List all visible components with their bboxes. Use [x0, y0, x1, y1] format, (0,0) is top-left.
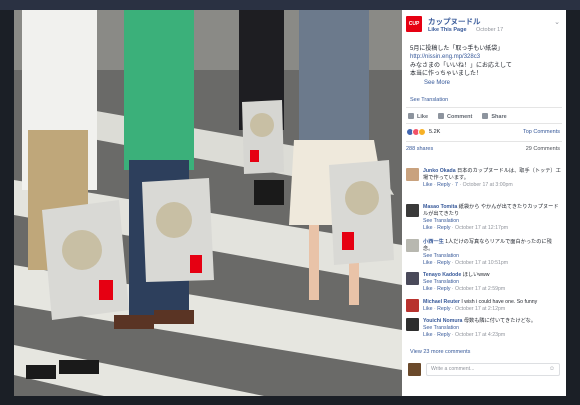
comment-like-link[interactable]: Like: [423, 332, 433, 338]
shares-count[interactable]: 288 shares: [406, 146, 433, 152]
avatar: [408, 363, 421, 376]
comment-like-link[interactable]: Like: [423, 286, 433, 292]
comment-meta: Like · Reply · October 17 at 2:12pm: [423, 306, 506, 312]
comment-input[interactable]: Write a comment... ☺: [426, 363, 560, 376]
like-page-link[interactable]: Like This Page: [428, 27, 467, 33]
post-line: みなさまの「いいね！」にお応えして: [410, 62, 512, 69]
see-translation-link[interactable]: See Translation: [423, 325, 561, 332]
comment-text: 母数も隣に付いてきたけどな。: [463, 318, 537, 324]
comment-author[interactable]: Youichi Nomura: [423, 318, 462, 324]
emoji-icon[interactable]: ☺: [549, 364, 555, 375]
comment-author[interactable]: Junko Okada: [423, 168, 456, 174]
comment-text: I wish i could have one. So funny: [461, 299, 538, 305]
comment-text: ほしいwww: [462, 272, 490, 278]
reaction-count[interactable]: 5.2K: [429, 129, 440, 135]
comment-reply-link[interactable]: Reply: [437, 306, 450, 312]
share-icon: [482, 113, 489, 119]
post-text: 5月に投稿した「取っ手もい紙袋」 http://nissin.eng.mp/32…: [410, 45, 560, 87]
comment-like-link[interactable]: Like: [423, 225, 433, 231]
comment-button[interactable]: Comment: [438, 113, 472, 120]
comment-reply-link[interactable]: Reply: [437, 286, 450, 292]
comment-placeholder: Write a comment...: [431, 366, 475, 372]
see-translation-link[interactable]: See Translation: [423, 279, 561, 286]
view-more-comments-link[interactable]: View 23 more comments: [410, 349, 470, 355]
post-actions: Like Comment Share: [408, 113, 507, 120]
top-comments-dropdown[interactable]: Top Comments: [523, 129, 560, 135]
avatar[interactable]: [406, 299, 419, 312]
comment-body: 小西一生 1人だけの写真ならリアルで面白かったのに残念。 See Translat…: [423, 239, 561, 267]
comment-like-count[interactable]: 7: [455, 182, 458, 188]
post-date[interactable]: October 17: [476, 27, 503, 33]
post-line: 5月に投稿した「取っ手もい紙袋」: [410, 46, 504, 52]
thumbs-up-icon: [408, 113, 414, 119]
comment-reply-link[interactable]: Reply: [437, 260, 450, 266]
like-label: Like: [417, 114, 429, 120]
divider: [406, 123, 562, 124]
comment-timestamp[interactable]: October 17 at 12:17pm: [455, 225, 508, 231]
post-line: 本当に作っちゃいました！: [410, 71, 483, 78]
comment-timestamp[interactable]: October 17 at 3:00pm: [463, 182, 513, 188]
comment-body: Michael Reuter I wish i could have one. …: [423, 299, 561, 313]
avatar[interactable]: [406, 204, 419, 217]
comment-label: Comment: [447, 114, 473, 120]
comment-body: Masao Tomita 紙袋から やかんが出てきたりカップヌードルが出てきたり…: [423, 204, 561, 232]
post-side-panel: CUP NOODLE カップヌードル Like This Page Octobe…: [402, 10, 566, 396]
chevron-down-icon[interactable]: ⌄: [554, 18, 560, 26]
divider: [406, 107, 562, 108]
page-name[interactable]: カップヌードル: [428, 16, 481, 27]
comment-meta: Like · Reply · October 17 at 10:51pm: [423, 260, 509, 266]
comment-timestamp[interactable]: October 17 at 4:23pm: [455, 332, 505, 338]
see-translation-link[interactable]: See Translation: [423, 253, 561, 260]
comment-reply-link[interactable]: Reply: [437, 225, 450, 231]
avatar[interactable]: [406, 239, 419, 252]
share-button[interactable]: Share: [482, 113, 507, 120]
reactions-row: 5.2K Top Comments: [406, 128, 562, 138]
avatar[interactable]: [406, 168, 419, 181]
comment-like-link[interactable]: Like: [423, 260, 433, 266]
comment-timestamp[interactable]: October 17 at 10:51pm: [455, 260, 508, 266]
comment-reply-link[interactable]: Reply: [437, 182, 450, 188]
avatar[interactable]: [406, 272, 419, 285]
comment-meta: Like · Reply · 7 · October 17 at 3:00pm: [423, 182, 513, 188]
post-stats: 288 shares 29 Comments: [406, 146, 562, 152]
avatar[interactable]: [406, 318, 419, 331]
comment-body: Junko Okada 日本のカップヌードルは、取手（トッテ）工場で作っています…: [423, 168, 561, 189]
comment-author[interactable]: 小西一生: [423, 239, 444, 245]
comment-timestamp[interactable]: October 17 at 2:12pm: [455, 306, 505, 312]
comment-like-link[interactable]: Like: [423, 182, 433, 188]
comments-count[interactable]: 29 Comments: [526, 146, 560, 152]
share-label: Share: [491, 114, 507, 120]
like-button[interactable]: Like: [408, 113, 428, 120]
comment-meta: Like · Reply · October 17 at 2:59pm: [423, 286, 506, 292]
top-bar: [0, 0, 580, 10]
comment-meta: Like · Reply · October 17 at 4:23pm: [423, 332, 506, 338]
page-logo[interactable]: CUP NOODLE: [406, 16, 427, 43]
photo-theater: CUP NOODLE カップヌードル Like This Page Octobe…: [14, 10, 566, 396]
comment-icon: [438, 113, 445, 119]
comment-author[interactable]: Tenayo Kadode: [423, 272, 461, 278]
see-translation-link[interactable]: See Translation: [410, 97, 448, 103]
post-header: CUP NOODLE カップヌードル Like This Page Octobe…: [406, 16, 562, 44]
comment-timestamp[interactable]: October 17 at 2:59pm: [455, 286, 505, 292]
divider: [406, 141, 562, 142]
post-link[interactable]: http://nissin.eng.mp/328c3: [410, 53, 560, 61]
comment-composer: Write a comment... ☺: [406, 360, 562, 380]
comment-like-link[interactable]: Like: [423, 306, 433, 312]
haha-reaction-icon[interactable]: [418, 128, 426, 136]
see-translation-link[interactable]: See Translation: [423, 218, 561, 225]
see-more-link[interactable]: See More: [410, 79, 560, 87]
comment-meta: Like · Reply · October 17 at 12:17pm: [423, 225, 509, 231]
comment-reply-link[interactable]: Reply: [437, 332, 450, 338]
comment-body: Youichi Nomura 母数も隣に付いてきたけどな。 See Transla…: [423, 318, 561, 339]
comment-author[interactable]: Masao Tomita: [423, 204, 457, 210]
comment-body: Tenayo Kadode ほしいwww See Translation Like …: [423, 272, 561, 293]
crosswalk-photo: [14, 10, 402, 396]
comment-author[interactable]: Michael Reuter: [423, 299, 460, 305]
post-photo[interactable]: [14, 10, 402, 396]
